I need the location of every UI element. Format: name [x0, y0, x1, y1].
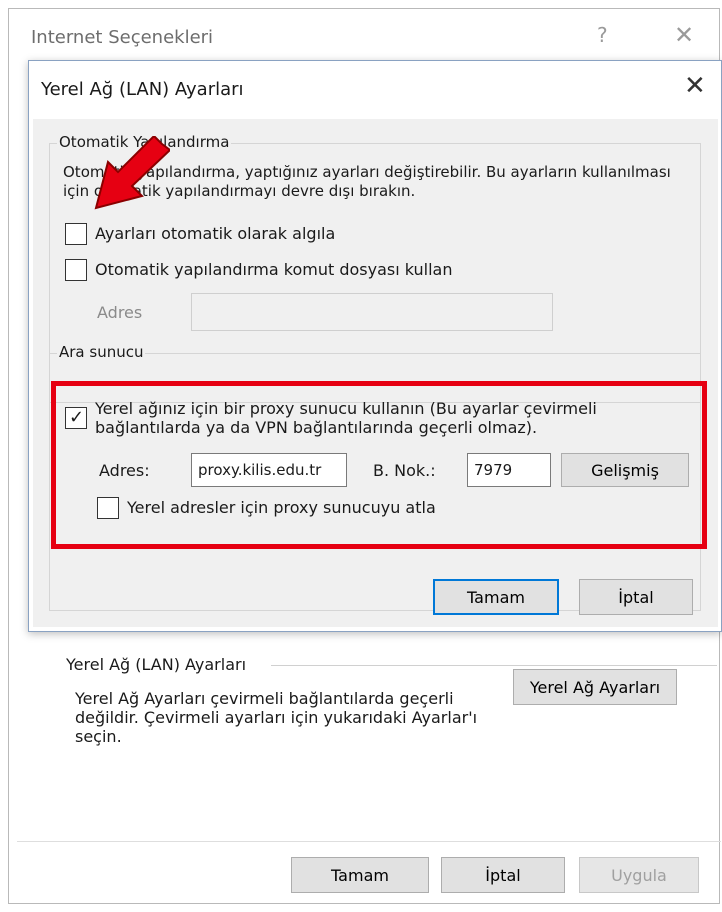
lan-settings-button[interactable]: Yerel Ağ Ayarları: [513, 669, 677, 705]
lan-section-description: Yerel Ağ Ayarları çevirmeli bağlantılard…: [75, 689, 478, 746]
auto-config-script-checkbox[interactable]: [65, 259, 87, 281]
dialog-close-icon[interactable]: ✕: [684, 71, 706, 101]
window-title: Internet Seçenekleri: [31, 27, 214, 48]
auto-address-input[interactable]: [191, 293, 553, 331]
close-icon[interactable]: ✕: [674, 21, 694, 49]
proxy-legend: Ara sunucu: [57, 343, 146, 361]
dialog-cancel-button[interactable]: İptal: [579, 579, 693, 615]
detect-settings-label[interactable]: Ayarları otomatik olarak algıla: [95, 224, 335, 243]
auto-config-script-label[interactable]: Otomatik yapılandırma komut dosyası kull…: [95, 260, 453, 279]
dialog-ok-button[interactable]: Tamam: [433, 579, 559, 615]
lan-section-legend: Yerel Ağ (LAN) Ayarları: [66, 655, 253, 674]
detect-settings-checkbox[interactable]: [65, 223, 87, 245]
red-arrow-icon: [94, 136, 170, 210]
help-icon[interactable]: ?: [597, 23, 608, 47]
lan-section-divider: [271, 665, 717, 666]
highlight-frame: [51, 381, 707, 549]
apply-button[interactable]: Uygula: [579, 857, 699, 893]
bottom-divider: [17, 841, 721, 842]
outer-cancel-button[interactable]: İptal: [441, 857, 565, 893]
auto-address-label: Adres: [97, 303, 143, 322]
dialog-title: Yerel Ağ (LAN) Ayarları: [41, 79, 244, 100]
outer-ok-button[interactable]: Tamam: [291, 857, 429, 893]
